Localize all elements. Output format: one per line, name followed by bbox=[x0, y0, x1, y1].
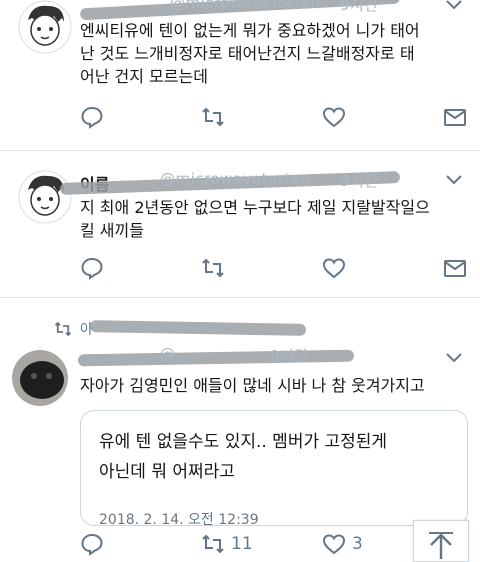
reply-icon bbox=[81, 257, 103, 280]
retweet-icon bbox=[202, 107, 224, 127]
reply-icon bbox=[81, 106, 103, 129]
scroll-to-top-button[interactable] bbox=[413, 520, 469, 562]
tweet-handle: @microwavetorten bbox=[170, 0, 321, 12]
dm-icon bbox=[444, 109, 466, 126]
like-button[interactable] bbox=[322, 255, 346, 281]
tweet-text: 엔씨티유에 텐이 없는게 뭐가 중요하겠어 니가 태어 난 것도 느개비정자로 … bbox=[80, 21, 420, 86]
tweet-2[interactable]: 이름 @microwavetorten 9시간 지 최애 2년동안 없으면 누구… bbox=[0, 151, 480, 297]
like-icon bbox=[322, 258, 346, 279]
reply-icon bbox=[81, 533, 103, 556]
retweet-button[interactable]: 11 bbox=[201, 531, 253, 557]
like-button[interactable]: 3 bbox=[322, 531, 363, 557]
like-button[interactable] bbox=[322, 104, 346, 130]
dm-button[interactable] bbox=[443, 104, 467, 130]
like-count: 3 bbox=[352, 534, 363, 554]
quoted-tweet-date: 2018. 2. 14. 오전 12:39 bbox=[99, 512, 259, 526]
tweet-time: 9시간 bbox=[340, 0, 379, 14]
retweet-button[interactable] bbox=[201, 255, 225, 281]
tweet-actions bbox=[0, 255, 480, 283]
like-icon bbox=[322, 107, 346, 128]
reply-button[interactable] bbox=[80, 104, 104, 130]
retweet-icon bbox=[202, 534, 224, 554]
avatar[interactable] bbox=[18, 0, 72, 54]
chevron-down-icon[interactable] bbox=[446, 353, 462, 363]
quoted-tweet[interactable]: 유에 텐 없을수도 있지.. 멤버가 고정된게 아닌데 뭐 어쩌라고 2018.… bbox=[80, 410, 468, 526]
like-icon bbox=[322, 534, 346, 555]
chevron-down-icon[interactable] bbox=[446, 0, 462, 10]
tweet-time: 9시간 bbox=[270, 347, 309, 365]
tweet-handle: @ bbox=[160, 345, 176, 363]
tweet-actions bbox=[0, 104, 480, 132]
retweet-icon bbox=[202, 258, 224, 278]
quoted-tweet-text: 유에 텐 없을수도 있지.. 멤버가 고정된게 아닌데 뭐 어쩌라고 bbox=[99, 432, 388, 482]
tweet-1[interactable]: @microwavetorten 9시간 엔씨티유에 텐이 없는게 뭐가 중요하… bbox=[0, 0, 480, 150]
retweet-icon bbox=[54, 321, 72, 337]
divider bbox=[0, 297, 480, 298]
reply-button[interactable] bbox=[80, 255, 104, 281]
avatar[interactable] bbox=[12, 350, 68, 406]
tweet-text: 자아가 김영민인 애들이 많네 시바 나 참 웃겨가지고 bbox=[80, 376, 425, 395]
dm-button[interactable] bbox=[443, 255, 467, 281]
avatar[interactable] bbox=[18, 170, 72, 224]
retweet-count: 11 bbox=[231, 534, 253, 554]
tweet-text: 지 최애 2년동안 없으면 누구보다 제일 지랄발작일으 킬 새끼들 bbox=[80, 198, 430, 240]
retweeted-by[interactable]: 아 bbox=[54, 318, 93, 340]
retweet-button[interactable] bbox=[201, 104, 225, 130]
reply-button[interactable] bbox=[80, 531, 104, 557]
tweet-time: 9시간 bbox=[340, 172, 379, 190]
tweet-handle: @microwavetorten bbox=[160, 170, 311, 188]
chevron-down-icon[interactable] bbox=[446, 175, 462, 185]
dm-icon bbox=[444, 260, 466, 277]
tweet-actions: 11 3 bbox=[0, 531, 480, 559]
